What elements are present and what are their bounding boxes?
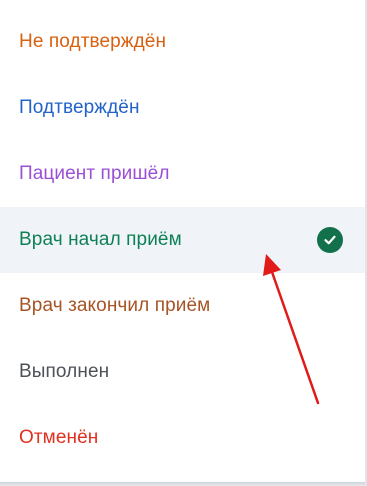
status-option-label: Врач закончил приём (19, 295, 211, 316)
menu-bottom-border (0, 482, 367, 486)
status-option-patient-arrived[interactable]: Пациент пришёл (0, 141, 367, 207)
status-dropdown-menu: Не подтверждён Подтверждён Пациент пришё… (0, 0, 367, 482)
check-circle-icon (317, 227, 343, 253)
status-option-label: Врач начал приём (19, 229, 182, 250)
status-option-doctor-started[interactable]: Врач начал приём (0, 207, 367, 273)
status-option-confirmed[interactable]: Подтверждён (0, 75, 367, 141)
status-option-label: Не подтверждён (19, 31, 167, 52)
status-option-label: Отменён (19, 427, 99, 448)
status-option-label: Выполнен (19, 361, 110, 382)
status-option-not-confirmed[interactable]: Не подтверждён (0, 9, 367, 75)
status-option-completed[interactable]: Выполнен (0, 339, 367, 405)
status-option-label: Подтверждён (19, 97, 140, 118)
status-option-label: Пациент пришёл (19, 163, 170, 184)
status-option-doctor-finished[interactable]: Врач закончил приём (0, 273, 367, 339)
status-option-cancelled[interactable]: Отменён (0, 405, 367, 471)
